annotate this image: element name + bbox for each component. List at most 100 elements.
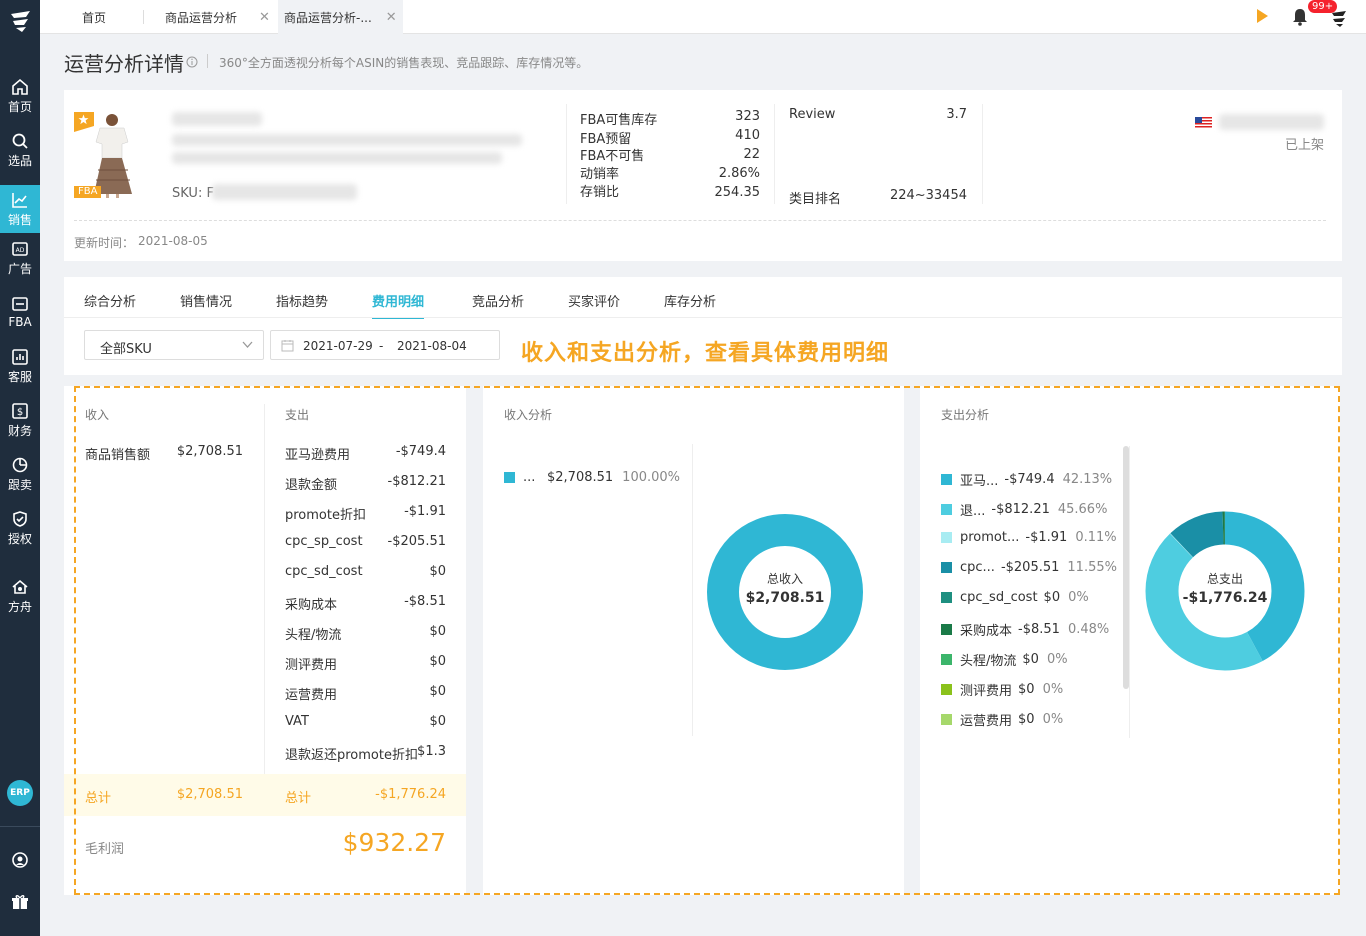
analysis-nav: 综合分析 销售情况 指标趋势 费用明细 竞品分析 买家评价 库存分析 全部SKU… (64, 277, 1342, 375)
sidebar-item-label: FBA (8, 315, 32, 329)
sidebar-item-label: 销售 (7, 212, 32, 227)
page-description: 360°全方面透视分析每个ASIN的销售表现、竞品跟踪、库存情况等。 (219, 56, 589, 70)
sidebar-item-select[interactable]: 选品 (0, 126, 40, 174)
stat-value: 410 (735, 128, 760, 143)
redacted-subtitle (172, 134, 522, 146)
redacted-title (172, 112, 262, 126)
stat-value: 2.86% (718, 166, 760, 181)
tab-competitors[interactable]: 竞品分析 (472, 291, 524, 310)
sidebar-item-ark[interactable]: 方舟 (0, 572, 40, 620)
sidebar-item-label: 授权 (7, 531, 32, 546)
stat-label: FBA不可售 (580, 149, 645, 164)
sidebar-item-label: 客服 (7, 369, 32, 384)
sidebar-item-service[interactable]: 客服 (0, 342, 40, 390)
rank-label: 类目排名 (789, 192, 842, 207)
page-title: 运营分析详情 (64, 52, 184, 76)
chart-line-icon (12, 192, 27, 208)
sidebar-item-fba[interactable]: FBA (0, 288, 40, 336)
stat-label: 存销比 (580, 185, 620, 200)
tab-label: 首页 (82, 10, 107, 25)
warehouse-icon (12, 297, 28, 311)
divider (566, 104, 567, 204)
gift-icon[interactable] (11, 893, 29, 911)
sidebar-item-label: 广告 (7, 261, 32, 276)
tab-sales[interactable]: 销售情况 (180, 291, 232, 310)
tab-home[interactable]: 首页 (82, 0, 106, 34)
ark-icon (12, 579, 28, 594)
divider (64, 317, 1342, 318)
divider (982, 104, 983, 204)
redacted-store (1219, 114, 1324, 130)
stat-value: 22 (743, 147, 760, 162)
sidebar-item-label: 财务 (7, 423, 32, 438)
tab-fee-details[interactable]: 费用明细 (372, 291, 425, 319)
updated-label: 更新时间： (74, 236, 135, 250)
sidebar-item-finance[interactable]: $ 财务 (0, 396, 40, 444)
title-divider (207, 54, 208, 68)
calendar-icon (281, 340, 294, 352)
svg-text:$: $ (17, 407, 23, 418)
divider (74, 220, 1326, 221)
tab-product-analysis[interactable]: 商品运营分析 ✕ (165, 0, 270, 34)
top-tab-bar: 首页 商品运营分析 ✕ 商品运营分析-... ✕ 99+ (40, 0, 1366, 34)
stat-value: 323 (735, 109, 760, 124)
tab-overview[interactable]: 综合分析 (84, 291, 136, 310)
shield-icon (13, 510, 27, 527)
sidebar-item-auth[interactable]: 授权 (0, 504, 40, 552)
ad-icon: AD (12, 241, 28, 256)
product-card: FBA SKU: F FBA可售库存 323 FBA预留 410 FBA不可售 … (64, 90, 1342, 261)
sidebar-item-sales[interactable]: 销售 (0, 185, 40, 233)
user-avatar-icon[interactable] (1329, 7, 1349, 27)
search-icon (12, 133, 28, 149)
sku-select-value: 全部SKU (100, 342, 152, 357)
sidebar-divider (0, 826, 40, 827)
review-label: Review (789, 107, 836, 122)
sidebar-item-label: 方舟 (7, 599, 32, 614)
logo-icon[interactable] (8, 8, 34, 34)
listing-status: 已上架 (1285, 138, 1325, 153)
review-value: 3.7 (946, 107, 967, 122)
info-icon[interactable] (186, 56, 198, 68)
tab-trends[interactable]: 指标趋势 (276, 291, 328, 310)
erp-button[interactable]: ERP (7, 780, 33, 806)
tab-inventory[interactable]: 库存分析 (664, 291, 716, 310)
sidebar-item-follow[interactable]: 跟卖 (0, 450, 40, 498)
flag-icon[interactable] (1254, 8, 1270, 24)
bell-icon[interactable] (1292, 8, 1308, 26)
close-icon[interactable]: ✕ (386, 10, 397, 25)
date-range-picker[interactable]: 2021-07-29 - 2021-08-04 (270, 330, 500, 360)
pie-icon (12, 457, 28, 472)
redacted-subtitle (172, 152, 502, 164)
sidebar: 首页 选品 销售 AD 广告 FBA 客服 $ 财务 跟卖 授权 方舟 ERP (0, 0, 40, 936)
home-icon (12, 78, 28, 95)
highlight-frame (74, 386, 1340, 895)
stat-label: 动销率 (580, 167, 620, 182)
updated-value: 2021-08-05 (138, 234, 208, 248)
sidebar-item-ads[interactable]: AD 广告 (0, 234, 40, 282)
date-separator: - (379, 339, 384, 353)
bar-chart-icon (12, 348, 28, 365)
divider (774, 104, 775, 204)
stat-label: FBA可售库存 (580, 113, 658, 128)
svg-text:AD: AD (16, 247, 25, 254)
dollar-icon: $ (12, 402, 28, 419)
sidebar-item-home[interactable]: 首页 (0, 72, 40, 120)
close-icon[interactable]: ✕ (259, 10, 270, 25)
tab-product-analysis-detail[interactable]: 商品运营分析-... ✕ (278, 0, 403, 34)
chevron-down-icon (242, 341, 253, 348)
fba-tag: FBA (74, 186, 102, 198)
stat-value: 254.35 (714, 185, 761, 200)
annotation-text: 收入和支出分析，查看具体费用明细 (521, 341, 890, 366)
tab-label: 商品运营分析 (165, 10, 238, 25)
sku-select[interactable]: 全部SKU (84, 330, 264, 360)
sidebar-item-label: 选品 (7, 153, 32, 168)
us-flag-icon (1195, 117, 1212, 128)
sidebar-item-label: 首页 (7, 99, 32, 114)
support-icon[interactable] (11, 851, 29, 869)
star-icon (78, 114, 89, 125)
rank-value: 224~33454 (889, 188, 967, 203)
sidebar-item-label: 跟卖 (7, 477, 32, 492)
tab-reviews[interactable]: 买家评价 (568, 291, 620, 310)
date-start: 2021-07-29 (303, 339, 373, 353)
date-end: 2021-08-04 (397, 339, 467, 353)
